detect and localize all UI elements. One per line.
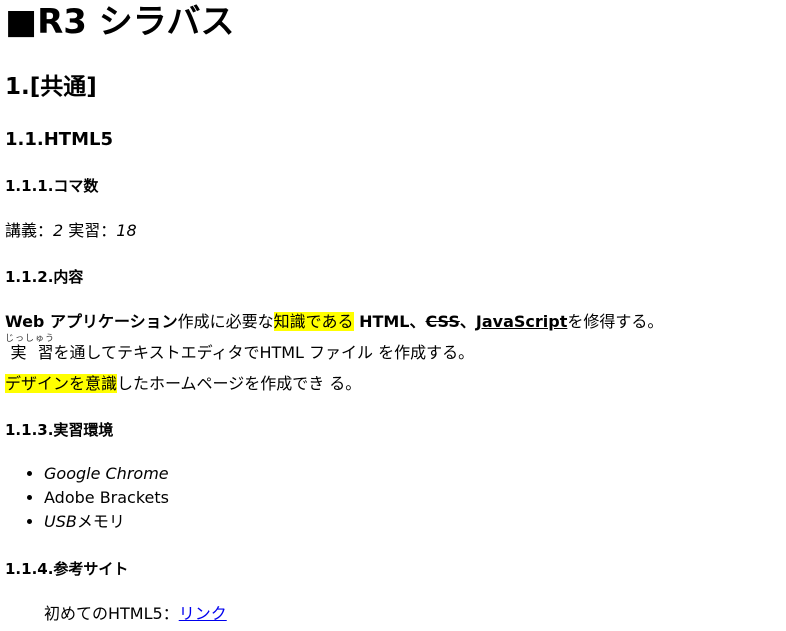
- html-text: HTML、: [353, 312, 426, 331]
- content-line-3-text: したホームページを作成でき る。: [117, 374, 362, 393]
- list-item-text: Google Chrome: [44, 464, 169, 483]
- highlight-knowledge: 知識である: [273, 312, 354, 331]
- page-title: ■R3 シラバス: [5, 2, 235, 42]
- syllabus-page: ■R3 シラバス 1.[共通] 1.1.HTML5 1.1.1.コマ数 講義：2…: [0, 0, 786, 623]
- javascript-text: JavaScript: [475, 312, 568, 331]
- list-item: USBメモリ: [44, 510, 169, 534]
- content-line-1: Web アプリケーション作成に必要な知識である HTML、CSS、JavaScr…: [5, 311, 663, 333]
- koma-values: 講義：2 実習：18: [5, 220, 137, 242]
- content-end-text: を修得する。: [567, 312, 664, 331]
- content-line-2: 実 習じっしゅうを通してテキストエディタでHTML ファイル を作成する。: [5, 334, 474, 364]
- subsection-heading-html5: 1.1.HTML5: [5, 129, 113, 150]
- lecture-label: 講義：: [5, 221, 54, 240]
- ruby-text: じっしゅう: [5, 334, 56, 344]
- list-item-text: USB: [44, 512, 77, 531]
- heading-content: 1.1.2.内容: [5, 268, 84, 286]
- ruby-base: 実 習: [9, 343, 56, 362]
- css-text: CSS: [425, 312, 460, 331]
- practice-label: 実習：: [63, 221, 117, 240]
- lecture-value: 2: [53, 221, 64, 240]
- reference-link[interactable]: リンク: [179, 604, 227, 623]
- highlight-design: デザインを意識: [5, 374, 118, 393]
- section-heading-common: 1.[共通]: [5, 74, 97, 100]
- heading-reference: 1.1.4.参考サイト: [5, 560, 129, 578]
- web-app-text: Web アプリケーション: [5, 312, 178, 331]
- content-text: 作成に必要な: [177, 312, 274, 331]
- reference-label: 初めてのHTML5：: [44, 604, 179, 623]
- environment-list: Google Chrome Adobe Brackets USBメモリ: [5, 462, 169, 534]
- list-item: Google Chrome: [44, 462, 169, 486]
- ruby-jisshu: 実 習じっしゅう: [5, 334, 56, 362]
- list-item: Adobe Brackets: [44, 486, 169, 510]
- reference-line: 初めてのHTML5：リンク: [44, 603, 227, 625]
- heading-koma: 1.1.1.コマ数: [5, 177, 99, 195]
- list-item-text: メモリ: [76, 512, 125, 531]
- content-line-3: デザインを意識したホームページを作成でき る。: [5, 373, 361, 395]
- content-line-2-text: を通してテキストエディタでHTML ファイル を作成する。: [53, 343, 475, 362]
- practice-value: 18: [116, 221, 137, 240]
- list-item-text: Adobe Brackets: [44, 488, 169, 507]
- heading-environment: 1.1.3.実習環境: [5, 421, 114, 439]
- separator-text: 、: [459, 312, 476, 331]
